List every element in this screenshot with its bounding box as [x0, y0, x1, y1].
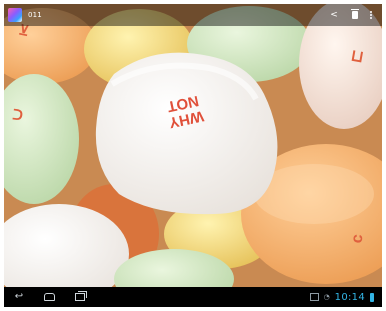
battery-icon: [370, 292, 374, 302]
wifi-icon: ◔: [323, 293, 330, 301]
gallery-app-icon[interactable]: [8, 8, 22, 22]
action-bar: 011 <: [4, 4, 382, 26]
home-button-icon[interactable]: [44, 293, 55, 301]
back-button-icon[interactable]: ↩: [4, 287, 34, 307]
photo-view[interactable]: NOT WHY ⊻ ᑐ ⊐ ɔ: [4, 4, 382, 287]
status-area[interactable]: ◔ 10:14: [309, 291, 374, 303]
svg-text:ɔ: ɔ: [349, 234, 367, 244]
album-title: 011: [28, 11, 42, 19]
delete-icon[interactable]: [351, 9, 359, 19]
share-icon[interactable]: <: [324, 4, 344, 26]
overflow-menu-icon[interactable]: [370, 11, 372, 19]
device-screen: NOT WHY ⊻ ᑐ ⊐ ɔ 011 < ↩ ◔ 10:14: [4, 4, 382, 307]
clock: 10:14: [334, 291, 365, 303]
screenshot-notification-icon: [309, 293, 319, 301]
candy-hearts-image: NOT WHY ⊻ ᑐ ⊐ ɔ: [4, 4, 382, 287]
recent-apps-button-icon[interactable]: [75, 291, 87, 301]
system-nav-bar: ↩ ◔ 10:14: [4, 287, 382, 307]
